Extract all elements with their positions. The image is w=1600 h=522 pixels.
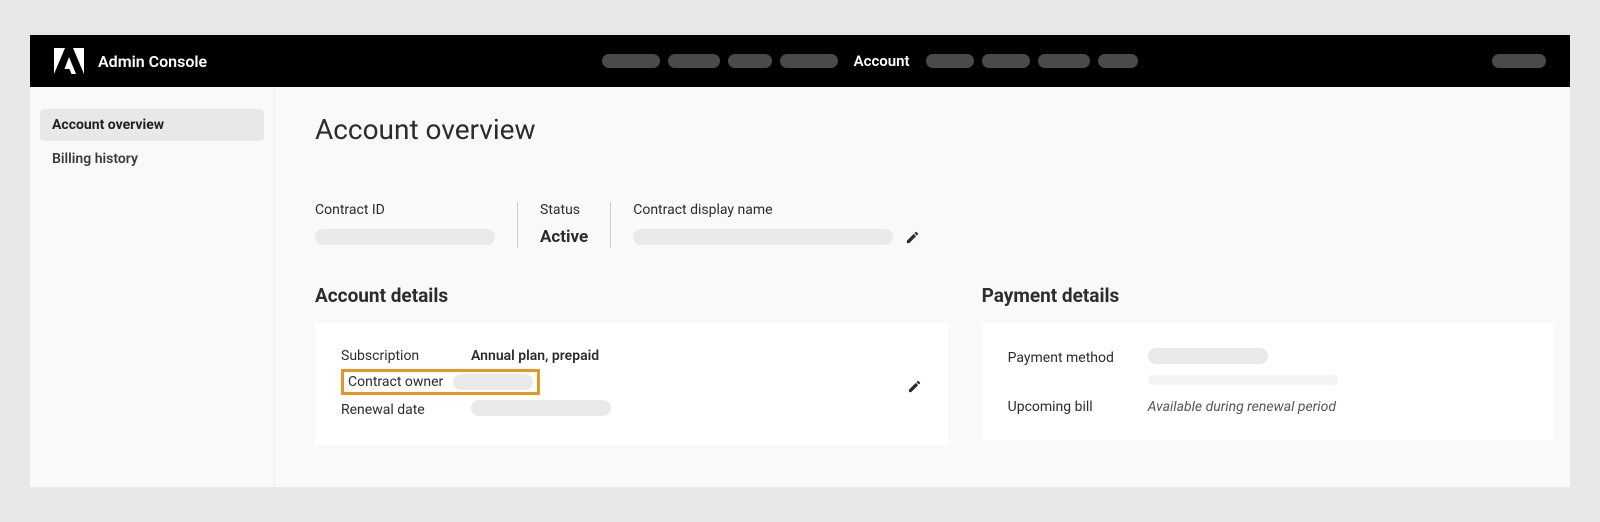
payment-details-column: Payment details Payment method [982, 284, 1554, 445]
account-details-title: Account details [315, 284, 948, 307]
subscription-label: Subscription [341, 348, 471, 364]
nav-item-placeholder[interactable] [1098, 54, 1138, 68]
details-columns: Account details Subscription Annual plan… [315, 284, 1554, 445]
contract-owner-highlight: Contract owner [341, 369, 540, 395]
renewal-date-row: Renewal date [341, 395, 922, 425]
sidebar-item-billing-history[interactable]: Billing history [40, 143, 264, 175]
adobe-logo-icon [54, 48, 84, 74]
contract-display-name-value [633, 226, 1532, 248]
content-area: Account overview Billing history Account… [30, 87, 1570, 487]
topbar-right-placeholder[interactable] [1492, 54, 1546, 68]
upcoming-bill-label: Upcoming bill [1008, 399, 1148, 415]
payment-method-row: Payment method [1008, 343, 1528, 373]
topnav: Account [247, 52, 1492, 70]
contract-id-label: Contract ID [315, 202, 495, 218]
redacted-placeholder [315, 229, 495, 245]
redacted-placeholder [1148, 375, 1338, 385]
contract-id-block: Contract ID [315, 202, 517, 248]
nav-item-account[interactable]: Account [846, 52, 918, 70]
logo-wrap: Admin Console [54, 48, 207, 74]
contract-owner-label: Contract owner [348, 374, 453, 390]
app-title: Admin Console [98, 52, 207, 71]
payment-method-row-2 [1008, 373, 1528, 394]
subscription-row: Subscription Annual plan, prepaid [341, 343, 922, 369]
nav-item-placeholder[interactable] [668, 54, 720, 68]
renewal-date-value [471, 400, 922, 420]
sidebar-item-label: Billing history [52, 151, 138, 167]
redacted-placeholder [471, 400, 611, 416]
page-title: Account overview [315, 113, 1554, 146]
sidebar-item-label: Account overview [52, 117, 164, 133]
nav-item-placeholder[interactable] [728, 54, 772, 68]
payment-method-label: Payment method [1008, 350, 1148, 366]
contract-display-name-label: Contract display name [633, 202, 1532, 218]
nav-item-placeholder[interactable] [1038, 54, 1090, 68]
payment-details-title: Payment details [982, 284, 1554, 307]
sidebar: Account overview Billing history [30, 87, 275, 487]
contract-status-block: Status Active [517, 202, 610, 248]
pencil-icon[interactable] [907, 379, 922, 394]
subscription-value: Annual plan, prepaid [471, 348, 922, 364]
upcoming-bill-row: Upcoming bill Available during renewal p… [1008, 394, 1528, 420]
sidebar-item-account-overview[interactable]: Account overview [40, 109, 264, 141]
redacted-placeholder [1148, 348, 1268, 364]
account-details-card: Subscription Annual plan, prepaid Contra… [315, 323, 948, 445]
contract-status-value: Active [540, 226, 588, 248]
contract-owner-row: Contract owner [341, 369, 922, 395]
nav-item-placeholder[interactable] [602, 54, 660, 68]
redacted-placeholder [453, 374, 533, 390]
contract-summary-row: Contract ID Status Active Contract displ… [315, 202, 1554, 248]
topbar: Admin Console Account [30, 35, 1570, 87]
nav-item-placeholder[interactable] [982, 54, 1030, 68]
contract-display-name-block: Contract display name [610, 202, 1554, 248]
nav-item-placeholder[interactable] [926, 54, 974, 68]
payment-method-value-2 [1148, 373, 1528, 389]
app-frame: Admin Console Account Account overview B… [30, 35, 1570, 487]
contract-status-label: Status [540, 202, 588, 218]
payment-method-value [1148, 348, 1528, 368]
pencil-icon[interactable] [905, 230, 920, 245]
contract-id-value [315, 226, 495, 248]
renewal-date-label: Renewal date [341, 402, 471, 418]
nav-item-placeholder[interactable] [780, 54, 838, 68]
upcoming-bill-value: Available during renewal period [1148, 399, 1528, 415]
main: Account overview Contract ID Status Acti… [275, 87, 1570, 487]
payment-details-card: Payment method Upcoming b [982, 323, 1554, 440]
redacted-placeholder [633, 229, 893, 245]
account-details-column: Account details Subscription Annual plan… [315, 284, 948, 445]
